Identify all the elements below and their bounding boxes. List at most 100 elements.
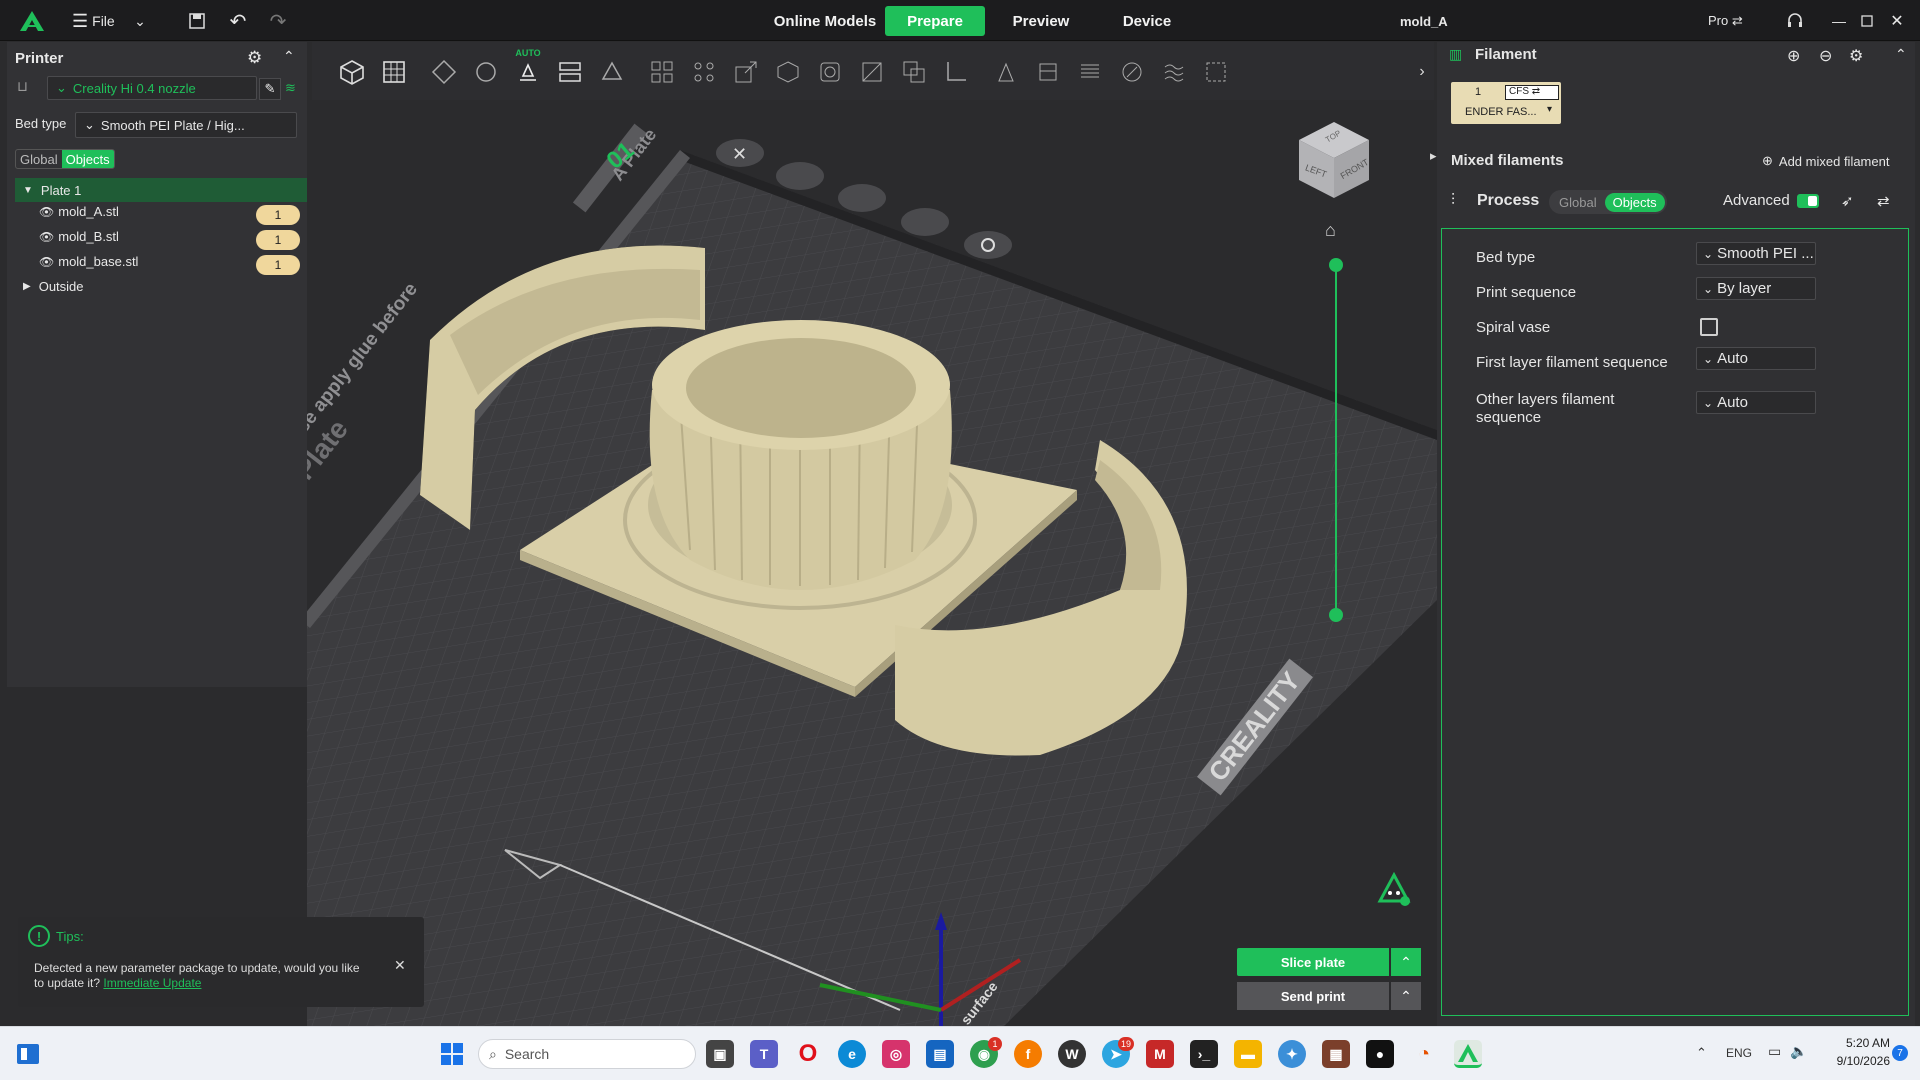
advanced-toggle[interactable] — [1797, 194, 1819, 208]
assistant-icon[interactable] — [1377, 871, 1411, 906]
add-filament-icon[interactable]: ⊕ — [1787, 46, 1800, 66]
wifi-icon[interactable]: ≋ — [285, 80, 296, 96]
store-icon[interactable]: ▤ — [926, 1040, 954, 1068]
wordpress-icon[interactable]: W — [1058, 1040, 1086, 1068]
slice-plate-button[interactable]: Slice plate — [1237, 948, 1389, 976]
rotate-icon[interactable] — [466, 52, 506, 92]
tab-objects[interactable]: Objects — [61, 150, 114, 168]
volume-icon[interactable]: 🔈 — [1790, 1043, 1807, 1060]
bed-type-select[interactable]: ⌄ Smooth PEI Plate / Hig... — [75, 112, 297, 138]
save-icon[interactable] — [186, 10, 208, 32]
eye-icon[interactable]: 👁 — [39, 255, 54, 269]
creality-logo-icon[interactable] — [18, 8, 46, 34]
minimize-icon[interactable]: — — [1828, 10, 1850, 32]
scale-icon[interactable] — [726, 52, 766, 92]
redo-icon[interactable]: ↷ — [266, 9, 290, 33]
bed-type-select[interactable]: ⌄ Smooth PEI ... — [1696, 242, 1816, 265]
list-item[interactable]: 👁 mold_B.stl — [39, 229, 119, 244]
cut-icon[interactable] — [768, 52, 808, 92]
3d-viewport[interactable]: A Plate 01 Creality Smooth PEI Plate ple… — [307, 100, 1437, 1026]
slice-options-chevron-up-icon[interactable]: ⌃ — [1391, 948, 1421, 976]
start-icon[interactable] — [438, 1040, 466, 1068]
filament-slot[interactable]: 1 CFS ⇄ ENDER FAS... ▾ — [1451, 82, 1561, 124]
taskbar-search[interactable]: ⌕ Search — [478, 1039, 696, 1069]
object-count-badge[interactable]: 1 — [256, 255, 300, 275]
undo-icon[interactable]: ↶ — [226, 9, 250, 33]
first-layer-sequence-select[interactable]: ⌄ Auto — [1696, 347, 1816, 370]
spiral-vase-checkbox[interactable] — [1700, 318, 1718, 336]
office-icon[interactable]: M — [1146, 1040, 1174, 1068]
assembly-icon[interactable] — [1196, 52, 1236, 92]
split-parts-icon[interactable] — [684, 52, 724, 92]
layer-slider-bottom-handle[interactable] — [1329, 608, 1343, 622]
list-item[interactable]: 👁 mold_A.stl — [39, 204, 119, 219]
view-cube[interactable]: TOP LEFT FRONT — [1297, 120, 1371, 200]
chevron-down-icon[interactable]: ⌄ — [130, 10, 150, 32]
measure-icon[interactable] — [936, 52, 976, 92]
nozzle-select[interactable]: ⌄ Creality Hi 0.4 nozzle — [47, 76, 257, 100]
creality-print-icon[interactable] — [1454, 1040, 1482, 1068]
hollow-icon[interactable] — [810, 52, 850, 92]
send-options-chevron-up-icon[interactable]: ⌃ — [1391, 982, 1421, 1010]
network-app-icon[interactable]: ✦ — [1278, 1040, 1306, 1068]
eye-icon[interactable]: 👁 — [39, 230, 54, 244]
recorder-icon[interactable]: ● — [1366, 1040, 1394, 1068]
monitor-icon[interactable]: ▭ — [1768, 1043, 1781, 1060]
tray-chevron-up-icon[interactable]: ⌃ — [1696, 1045, 1707, 1061]
eye-icon[interactable]: 👁 — [39, 205, 54, 219]
fuzzy-skin-icon[interactable] — [1028, 52, 1068, 92]
split-objects-icon[interactable] — [642, 52, 682, 92]
cfs-toggle[interactable]: CFS ⇄ — [1505, 85, 1559, 100]
terminal-icon[interactable]: ›_ — [1190, 1040, 1218, 1068]
teams-icon[interactable]: T — [750, 1040, 778, 1068]
add-mixed-filament-button[interactable]: ⊕ Add mixed filament — [1762, 153, 1889, 169]
collapse-right-icon[interactable]: › — [1414, 60, 1430, 84]
arrange-icon[interactable] — [550, 52, 590, 92]
file-menu-button[interactable]: ☰ File — [72, 10, 115, 32]
color-paint-icon[interactable] — [1112, 52, 1152, 92]
close-icon[interactable]: ✕ — [1886, 10, 1908, 32]
tab-global[interactable]: Global — [1551, 195, 1605, 210]
tab-device[interactable]: Device — [1112, 6, 1182, 36]
outside-row[interactable]: ▶ Outside — [23, 279, 84, 294]
archive-icon[interactable]: ▦ — [1322, 1040, 1350, 1068]
boolean-icon[interactable] — [894, 52, 934, 92]
widgets-icon[interactable] — [14, 1040, 42, 1068]
filament-settings-icon[interactable]: ⚙ — [1849, 46, 1863, 66]
notification-badge[interactable]: 7 — [1892, 1045, 1908, 1061]
immediate-update-link[interactable]: Immediate Update — [103, 976, 201, 990]
opera-icon[interactable]: O — [794, 1040, 822, 1068]
language-indicator[interactable]: ENG — [1726, 1046, 1752, 1060]
remove-filament-icon[interactable]: ⊖ — [1819, 46, 1832, 66]
object-count-badge[interactable]: 1 — [256, 230, 300, 250]
tab-preview[interactable]: Preview — [1000, 6, 1082, 36]
other-layers-sequence-select[interactable]: ⌄ Auto — [1696, 391, 1816, 414]
edge-icon[interactable]: e — [838, 1040, 866, 1068]
expand-panel-icon[interactable]: ▸ — [1430, 148, 1437, 168]
tab-objects[interactable]: Objects — [1604, 192, 1665, 212]
clock-date[interactable]: 9/10/2026 — [1820, 1054, 1890, 1068]
send-print-button[interactable]: Send print — [1237, 982, 1389, 1010]
orient-icon[interactable] — [424, 52, 464, 92]
collapse-up-icon[interactable]: ⌃ — [283, 48, 295, 65]
text-emboss-icon[interactable] — [1154, 52, 1194, 92]
add-plate-icon[interactable] — [374, 52, 414, 92]
print-sequence-select[interactable]: ⌄ By layer — [1696, 277, 1816, 300]
instagram-icon[interactable]: ◎ — [882, 1040, 910, 1068]
list-item[interactable]: 👁 mold_base.stl — [39, 254, 138, 269]
tab-prepare[interactable]: Prepare — [885, 6, 985, 36]
pro-switch[interactable]: Pro ⇄ — [1708, 12, 1743, 30]
rocket-icon[interactable]: ➶ — [1841, 192, 1854, 210]
collapse-up-icon[interactable]: ⌃ — [1895, 46, 1907, 63]
firefox-icon[interactable]: f — [1014, 1040, 1042, 1068]
plate-row[interactable]: ▼ Plate 1 — [15, 178, 307, 202]
printer-settings-icon[interactable]: ⚙ — [247, 48, 262, 68]
edit-printer-icon[interactable]: ✎ — [259, 78, 281, 100]
seam-paint-icon[interactable] — [986, 52, 1026, 92]
layer-slider-top-handle[interactable] — [1329, 258, 1343, 272]
tab-online-models[interactable]: Online Models — [768, 6, 882, 36]
variable-layer-icon[interactable] — [1070, 52, 1110, 92]
maximize-icon[interactable] — [1856, 10, 1878, 32]
support-paint-icon[interactable] — [852, 52, 892, 92]
object-count-badge[interactable]: 1 — [256, 205, 300, 225]
